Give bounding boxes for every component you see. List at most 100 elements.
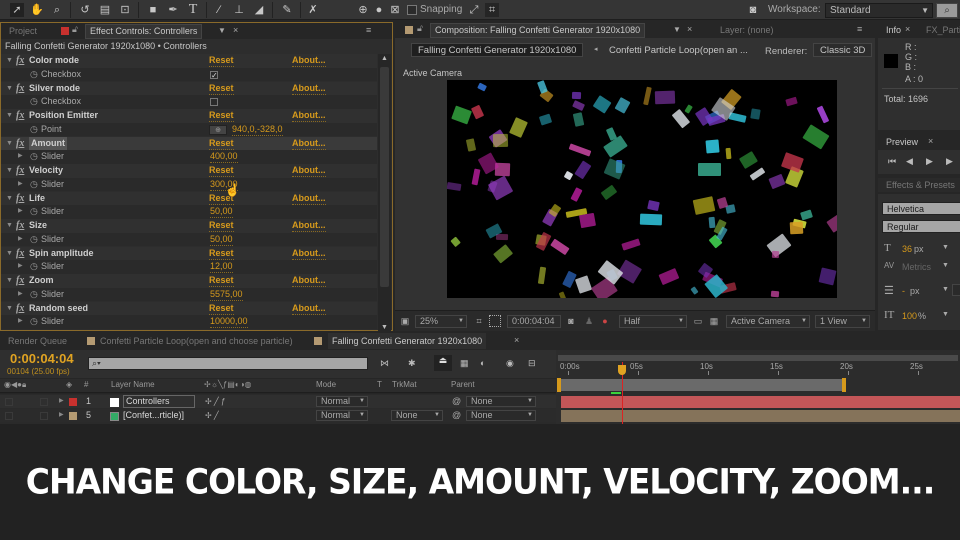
transparency-grid-icon[interactable]	[489, 315, 501, 327]
chevron-down-icon[interactable]: ▼	[942, 244, 949, 251]
workspace-select[interactable]: Standard ▼	[825, 3, 933, 18]
graph-editor-icon[interactable]: ◉	[506, 358, 514, 369]
effect-header[interactable]: ▼ fx Position Emitter Reset About...	[1, 109, 377, 123]
chevron-down-icon[interactable]: ▼	[942, 262, 949, 269]
reset-link[interactable]: Reset	[209, 138, 234, 150]
collapse-triangle-icon[interactable]: ▼	[6, 247, 13, 261]
magnification-select[interactable]: 25% ▼	[415, 315, 467, 328]
work-area-end[interactable]	[842, 378, 846, 392]
effect-header[interactable]: ▼ fx Random seed Reset About...	[1, 301, 377, 316]
expand-triangle-icon[interactable]: ▶	[59, 395, 64, 408]
puppet-pin-tool-icon[interactable]: ✗	[306, 3, 320, 17]
breadcrumb-parent[interactable]: Confetti Particle Loop(open an ...	[603, 44, 754, 58]
selection-tool-icon[interactable]: ➚	[10, 3, 24, 17]
fx-toggle-icon[interactable]: fx	[16, 274, 24, 288]
layer-row[interactable]: ▶ 1 Controllers ✢ ╱ ƒ Normal ▼ @ None ▼	[0, 395, 556, 408]
fx-toggle-icon[interactable]: fx	[16, 219, 24, 233]
color-channels-icon[interactable]: ●	[599, 315, 611, 327]
track-bar-controllers[interactable]	[561, 396, 960, 408]
tab-preview[interactable]: Preview	[886, 134, 918, 150]
collapse-triangle-icon[interactable]: ▼	[6, 54, 13, 68]
roto-brush-tool-icon[interactable]: ✎	[280, 3, 294, 17]
about-link[interactable]: About...	[292, 55, 326, 67]
fx-toggle-icon[interactable]: fx	[16, 164, 24, 178]
about-link[interactable]: About...	[292, 165, 326, 177]
param-value[interactable]: 940,0,-328,0	[232, 124, 283, 136]
reset-link[interactable]: Reset	[209, 55, 234, 67]
tab-menu-chevron-icon[interactable]: ▼	[218, 26, 226, 35]
param-value[interactable]: 12,00	[210, 261, 233, 274]
brush-tool-icon[interactable]: ∕	[212, 3, 226, 17]
effect-header[interactable]: ▼ fx Silver mode Reset About...	[1, 81, 377, 96]
tab-falling-confetti[interactable]: Falling Confetti Generator 1920x1080	[328, 333, 487, 349]
fx-toggle-icon[interactable]: fx	[16, 109, 24, 123]
collapse-triangle-icon[interactable]: ▼	[6, 302, 13, 316]
tab-confetti-particle-loop[interactable]: Confetti Particle Loop(open and choose p…	[100, 333, 293, 349]
lock-icon[interactable]: 🔓︎	[417, 23, 423, 34]
always-preview-icon[interactable]: ▣	[399, 315, 411, 327]
next-frame-icon[interactable]: ▶︎	[946, 156, 953, 167]
parent-select[interactable]: None ▼	[466, 410, 536, 421]
first-frame-icon[interactable]: ⏮	[888, 156, 896, 167]
param-value[interactable]: 50,00	[210, 206, 233, 219]
about-link[interactable]: About...	[292, 303, 326, 315]
about-link[interactable]: About...	[292, 248, 326, 260]
snap-expand-icon[interactable]: ⌗	[485, 3, 499, 17]
stopwatch-icon[interactable]: ◷	[30, 233, 38, 247]
fx-toggle-icon[interactable]: fx	[16, 54, 24, 68]
visibility-toggle[interactable]	[5, 412, 13, 420]
param-value[interactable]: 5575,00	[210, 289, 243, 301]
reset-link[interactable]: Reset	[209, 110, 234, 122]
scrollbar-thumb[interactable]	[380, 67, 389, 287]
about-link[interactable]: About...	[292, 138, 326, 150]
reset-link[interactable]: Reset	[209, 275, 234, 287]
tab-effect-controls[interactable]: Effect Controls: Controllers	[85, 24, 203, 39]
tab-effects-presets[interactable]: Effects & Presets	[886, 177, 955, 193]
pickwhip-icon[interactable]: @	[452, 395, 461, 408]
stopwatch-icon[interactable]: ◷	[30, 95, 38, 109]
play-icon[interactable]: ▶	[926, 156, 933, 167]
hide-shy-layers-icon[interactable]: ⏏	[434, 355, 452, 371]
expand-triangle-icon[interactable]: ▶	[18, 178, 23, 192]
current-time-display[interactable]: 0:00:04:04	[507, 315, 561, 328]
rectangle-tool-icon[interactable]: ■	[146, 3, 160, 17]
font-family-field[interactable]: Helvetica	[882, 202, 960, 215]
parent-select[interactable]: None ▼	[466, 396, 536, 407]
tab-fx-particles[interactable]: FX_Parti	[926, 22, 960, 38]
motion-blur-icon[interactable]: ◐	[480, 358, 485, 368]
panel-menu-icon[interactable]: ≡	[366, 25, 371, 35]
param-value[interactable]: 10000,00	[210, 316, 248, 329]
about-link[interactable]: About...	[292, 110, 326, 122]
camera-tool-icon[interactable]: ▤	[98, 3, 112, 17]
lock-icon[interactable]: 🔓︎	[72, 24, 78, 35]
about-link[interactable]: About...	[292, 193, 326, 205]
time-navigator[interactable]	[558, 355, 958, 361]
param-checkbox[interactable]: ✓	[210, 70, 218, 79]
collapse-triangle-icon[interactable]: ▼	[6, 274, 13, 288]
stroke-color-swatch[interactable]	[952, 284, 960, 296]
leading-value[interactable]: -	[902, 286, 905, 296]
expand-triangle-icon[interactable]: ▶	[18, 150, 23, 164]
draft-3d-icon[interactable]: ✱	[408, 358, 416, 369]
panel-menu-icon[interactable]: ≡	[857, 24, 862, 34]
brainstorm-icon[interactable]: ⊟	[528, 358, 536, 369]
tab-render-queue[interactable]: Render Queue	[8, 333, 67, 349]
world-axis-icon[interactable]: ●	[372, 3, 386, 17]
layer-name[interactable]: [Confet...rticle)]	[123, 409, 184, 422]
layer-row[interactable]: ▶ 5 [Confet...rticle)] ✢ ╱ Normal ▼ None ▼ @ None…	[0, 409, 556, 422]
effect-header[interactable]: ▼ fx Zoom Reset About...	[1, 274, 377, 288]
lock-toggle[interactable]	[40, 412, 48, 420]
timeline-search-input[interactable]: ⌕▾	[88, 357, 368, 370]
effect-header[interactable]: ▼ fx Color mode Reset About...	[1, 54, 377, 68]
stopwatch-icon[interactable]: ◷	[30, 123, 38, 137]
track-bar-confetti[interactable]	[561, 410, 960, 422]
fx-toggle-icon[interactable]: fx	[16, 247, 24, 261]
stopwatch-icon[interactable]: ◷	[30, 288, 38, 302]
comp-mini-flowchart-icon[interactable]: ⋈	[380, 358, 389, 369]
previous-frame-icon[interactable]: ◀︎	[906, 156, 913, 167]
snap-feather-icon[interactable]: ⤢	[467, 3, 481, 17]
about-link[interactable]: About...	[292, 83, 326, 95]
show-snapshot-icon[interactable]: ♟	[583, 315, 595, 327]
layer-name[interactable]: Controllers	[123, 395, 195, 408]
renderer-button[interactable]: Classic 3D	[813, 43, 873, 57]
